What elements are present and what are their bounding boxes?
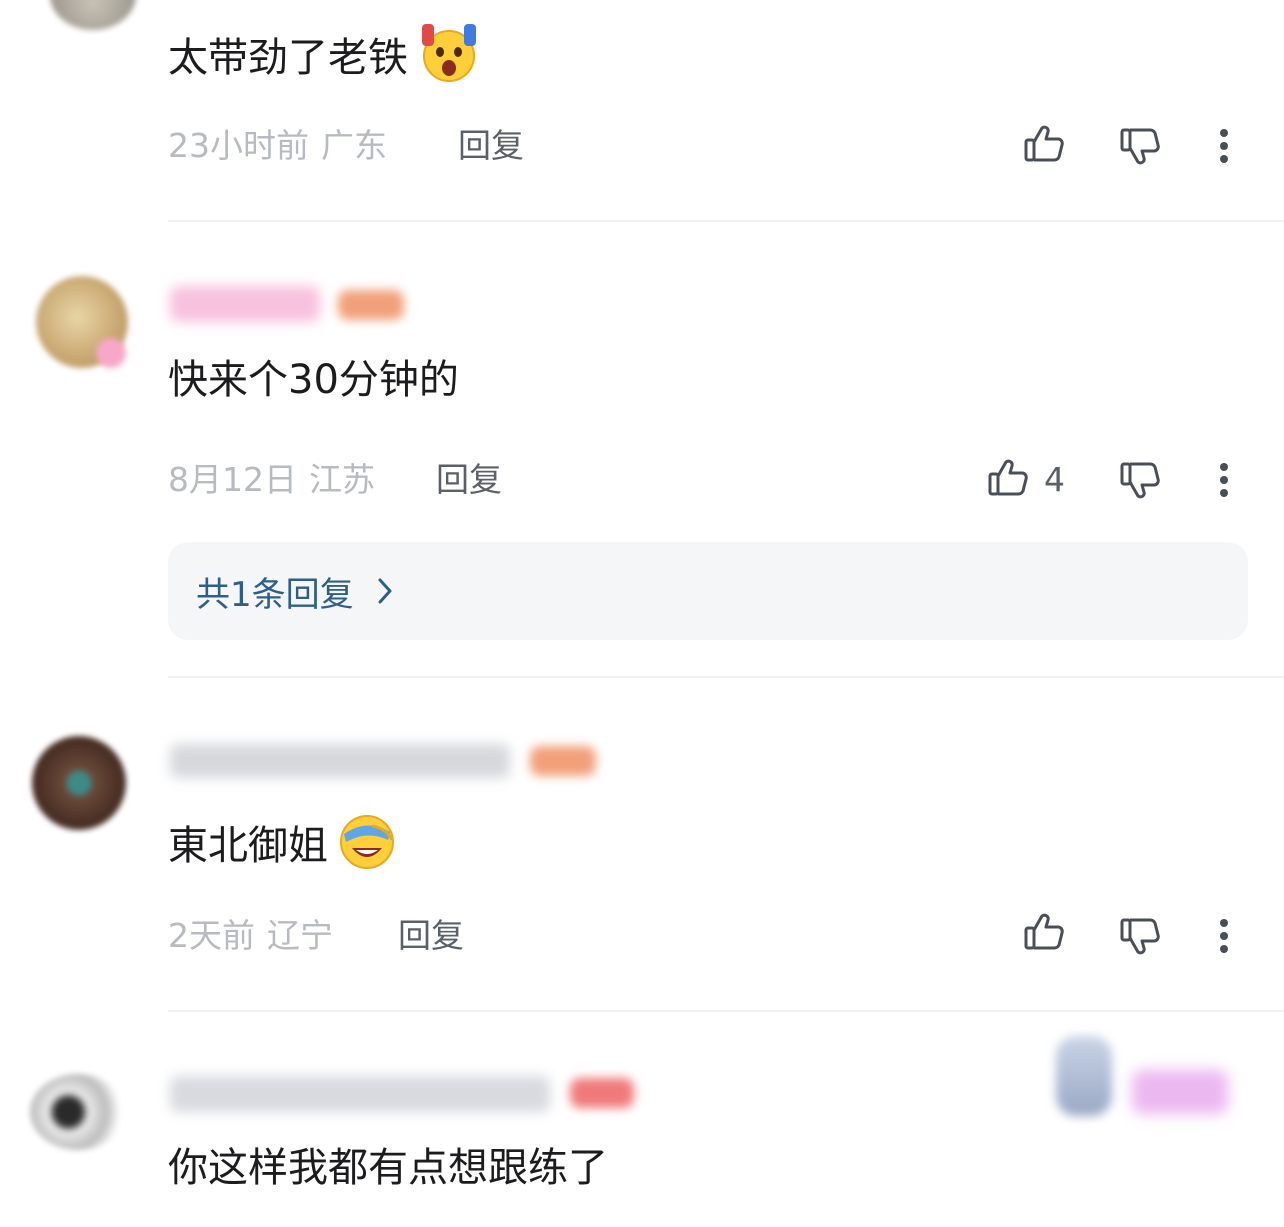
avatar[interactable] xyxy=(30,1074,126,1150)
comment-meta: 2天前 辽宁 xyxy=(168,916,333,956)
comment-meta: 8月12日 江苏 xyxy=(168,460,375,500)
comment-meta: 23小时前 广东 xyxy=(168,126,387,166)
user-level-badge xyxy=(338,290,404,320)
comment-location: 江苏 xyxy=(309,460,375,499)
more-vertical-icon[interactable] xyxy=(1204,914,1244,958)
comment-location: 辽宁 xyxy=(267,916,333,955)
comment-location: 广东 xyxy=(321,126,387,165)
view-replies-button[interactable]: 共1条回复 xyxy=(168,542,1248,640)
avatar[interactable] xyxy=(32,736,126,830)
user-level-badge xyxy=(570,1078,634,1108)
username[interactable] xyxy=(170,286,320,322)
replies-count-label: 共1条回复 xyxy=(196,574,354,615)
thumbs-down-icon[interactable] xyxy=(1114,910,1166,962)
more-vertical-icon[interactable] xyxy=(1204,124,1244,168)
comment-time: 2天前 xyxy=(168,916,255,955)
laugh-cry-emoji xyxy=(334,810,400,881)
comment-text: 快来个30分钟的 xyxy=(168,357,459,403)
comment-time: 8月12日 xyxy=(168,460,297,499)
chevron-right-icon xyxy=(378,578,392,604)
comment-text: 太带劲了老铁 xyxy=(168,22,484,93)
thumbs-up-icon[interactable] xyxy=(1018,118,1070,170)
scream-emoji xyxy=(414,22,484,93)
reply-button[interactable]: 回复 xyxy=(398,916,464,956)
avatar[interactable] xyxy=(50,0,136,30)
thumbs-up-icon[interactable] xyxy=(1018,906,1070,958)
reply-button[interactable]: 回复 xyxy=(436,460,502,500)
reply-button[interactable]: 回复 xyxy=(458,126,524,166)
divider xyxy=(168,676,1284,678)
comment-text: 你这样我都有点想跟练了 xyxy=(168,1145,608,1191)
user-level-badge xyxy=(530,746,596,776)
username[interactable] xyxy=(170,744,510,778)
like-count: 4 xyxy=(1044,460,1065,499)
more-vertical-icon[interactable] xyxy=(1204,458,1244,502)
avatar-badge xyxy=(96,338,126,368)
thumbs-down-icon[interactable] xyxy=(1114,454,1166,506)
divider xyxy=(168,220,1284,222)
thumbs-down-icon[interactable] xyxy=(1114,120,1166,172)
username[interactable] xyxy=(170,1076,550,1112)
user-decoration-image xyxy=(1056,1036,1112,1116)
comment-time: 23小时前 xyxy=(168,126,309,165)
divider xyxy=(168,1010,1284,1012)
user-decoration-text xyxy=(1132,1070,1228,1114)
comment-text: 東北御姐 xyxy=(168,810,400,881)
thumbs-up-icon[interactable] xyxy=(982,452,1034,504)
